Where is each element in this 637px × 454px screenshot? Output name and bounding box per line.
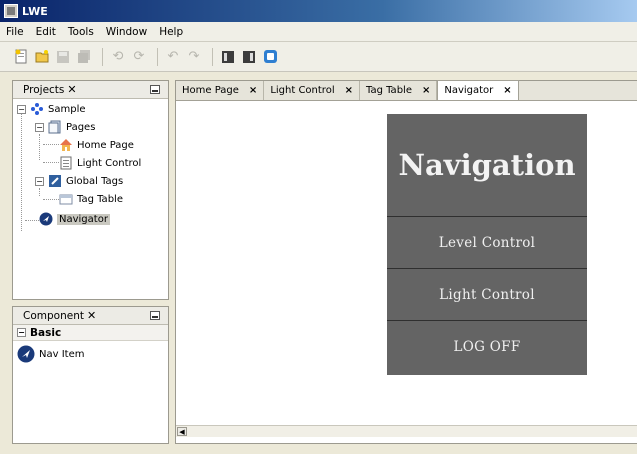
toolbar-separator	[102, 47, 103, 66]
projects-panel-title: Projects	[23, 83, 65, 96]
projects-minimize-icon[interactable]	[150, 85, 160, 94]
download-icon[interactable]	[240, 48, 258, 66]
collapse-icon[interactable]: −	[17, 104, 26, 114]
tree-label: Light Control	[77, 157, 142, 169]
tab-tag-table[interactable]: Tag Table ×	[360, 81, 438, 100]
navigator-widget[interactable]: Navigation Level Control Light Control L…	[387, 114, 587, 375]
tab-label: Navigator	[444, 85, 494, 96]
component-panel: Component ✕ − Basic Nav Item	[12, 306, 169, 444]
app-icon	[4, 4, 18, 18]
new-project-icon[interactable]	[12, 48, 30, 66]
tab-label: Tag Table	[366, 85, 412, 96]
component-panel-header: Component ✕	[13, 307, 168, 325]
rotate-right-icon[interactable]: ↷	[185, 48, 203, 66]
projects-panel: Projects ✕ − Sample − Pages Home Page Li…	[12, 80, 169, 300]
build-icon[interactable]	[219, 48, 237, 66]
category-label: Basic	[30, 326, 62, 339]
component-close-icon[interactable]: ✕	[87, 309, 96, 322]
tree-node-pages[interactable]: − Pages	[35, 120, 95, 134]
horizontal-scrollbar[interactable]: ◀	[176, 425, 637, 437]
home-icon	[59, 138, 73, 152]
menu-tools[interactable]: Tools	[68, 26, 94, 38]
redo-icon[interactable]: ⟳	[130, 48, 148, 66]
editor-tabs: Home Page × Light Control × Tag Table × …	[176, 80, 637, 101]
component-panel-title: Component	[23, 309, 84, 322]
tab-close-icon[interactable]: ×	[503, 85, 511, 96]
tree-node-home-page[interactable]: Home Page	[59, 138, 134, 152]
component-item-nav-item[interactable]: Nav Item	[13, 341, 168, 363]
nav-item-light-control[interactable]: Light Control	[387, 269, 587, 321]
tree-node-navigator[interactable]: Navigator	[39, 212, 110, 226]
tab-home-page[interactable]: Home Page ×	[176, 81, 265, 100]
projects-panel-header: Projects ✕	[13, 81, 168, 99]
status-bar	[0, 444, 637, 454]
pages-icon	[48, 120, 62, 134]
editor-area: Home Page × Light Control × Tag Table × …	[175, 80, 637, 444]
component-minimize-icon[interactable]	[150, 311, 160, 320]
navigator-icon	[17, 345, 35, 363]
tags-icon	[48, 174, 62, 188]
tab-label: Home Page	[182, 85, 239, 96]
menu-window[interactable]: Window	[106, 26, 147, 38]
save-icon[interactable]	[54, 48, 72, 66]
undo-icon[interactable]: ⟲	[109, 48, 127, 66]
tab-label: Light Control	[270, 85, 335, 96]
window-title: LWE	[22, 4, 48, 18]
projects-close-icon[interactable]: ✕	[67, 83, 76, 96]
toolbar-separator	[157, 47, 158, 66]
scroll-left-icon[interactable]: ◀	[177, 427, 187, 436]
nav-item-log-off[interactable]: LOG OFF	[387, 321, 587, 373]
menu-edit[interactable]: Edit	[36, 26, 56, 38]
toolbar: ⟲ ⟳ ↶ ↷	[0, 42, 637, 72]
component-item-label: Nav Item	[39, 348, 85, 360]
collapse-icon[interactable]: −	[17, 328, 26, 337]
project-icon	[30, 102, 44, 116]
tree-label: Pages	[66, 121, 96, 133]
tab-close-icon[interactable]: ×	[422, 85, 430, 96]
tree-label: Sample	[48, 103, 86, 115]
menu-help[interactable]: Help	[159, 26, 183, 38]
navigator-icon	[39, 212, 53, 226]
tab-close-icon[interactable]: ×	[345, 85, 353, 96]
collapse-icon[interactable]: −	[35, 176, 44, 186]
save-all-icon[interactable]	[75, 48, 93, 66]
component-category-basic[interactable]: − Basic	[13, 325, 168, 341]
toolbar-separator	[212, 47, 213, 66]
tab-close-icon[interactable]: ×	[249, 85, 257, 96]
table-icon	[59, 192, 73, 206]
simulate-icon[interactable]	[261, 48, 279, 66]
tree-node-tag-table[interactable]: Tag Table	[59, 192, 123, 206]
tree-node-sample[interactable]: − Sample	[17, 102, 86, 116]
rotate-left-icon[interactable]: ↶	[164, 48, 182, 66]
navigation-title: Navigation	[387, 114, 587, 217]
collapse-icon[interactable]: −	[35, 122, 44, 132]
tree-label: Home Page	[77, 139, 134, 151]
nav-item-level-control[interactable]: Level Control	[387, 217, 587, 269]
tree-label: Tag Table	[77, 193, 123, 205]
tree-label: Global Tags	[66, 175, 124, 187]
menu-bar: File Edit Tools Window Help	[0, 22, 637, 42]
tab-light-control[interactable]: Light Control ×	[264, 81, 360, 100]
menu-file[interactable]: File	[6, 26, 24, 38]
tree-node-light-control[interactable]: Light Control	[59, 156, 141, 170]
tab-navigator[interactable]: Navigator ×	[437, 80, 519, 100]
open-folder-icon[interactable]	[33, 48, 51, 66]
title-bar: LWE	[0, 0, 637, 22]
page-icon	[59, 156, 73, 170]
tree-node-global-tags[interactable]: − Global Tags	[35, 174, 123, 188]
tree-label: Navigator	[57, 213, 110, 225]
